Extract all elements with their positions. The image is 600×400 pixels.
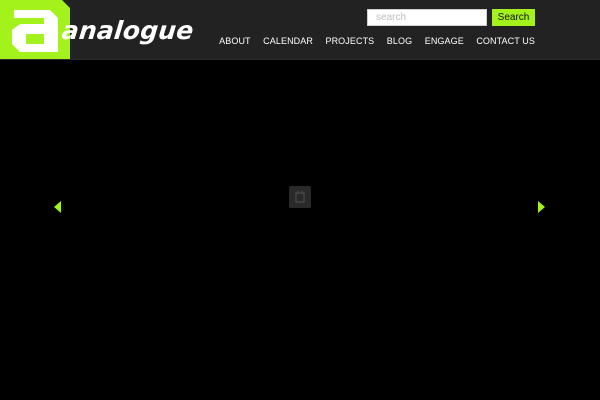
spinner-icon — [295, 191, 305, 203]
nav-link-about[interactable]: ABOUT — [219, 35, 251, 47]
site-header: analogue Search ABOUT CALENDAR PROJECTS … — [0, 0, 600, 60]
nav-link-calendar[interactable]: CALENDAR — [263, 35, 313, 47]
nav-link-blog[interactable]: BLOG — [387, 35, 412, 47]
nav-link-engage[interactable]: ENGAGE — [425, 35, 464, 47]
loading-indicator — [289, 186, 311, 208]
triangle-left-icon[interactable] — [51, 199, 65, 215]
nav-link-projects[interactable]: PROJECTS — [325, 35, 374, 47]
logo-icon[interactable] — [0, 0, 70, 59]
search-button[interactable]: Search — [492, 9, 535, 26]
triangle-right-icon[interactable] — [534, 199, 548, 215]
nav-link-contact-us[interactable]: CONTACT US — [476, 35, 535, 47]
search-input[interactable] — [367, 9, 487, 26]
logo-wordmark[interactable]: analogue — [61, 16, 196, 45]
main-nav: ABOUT CALENDAR PROJECTS BLOG ENGAGE CONT… — [207, 35, 535, 47]
